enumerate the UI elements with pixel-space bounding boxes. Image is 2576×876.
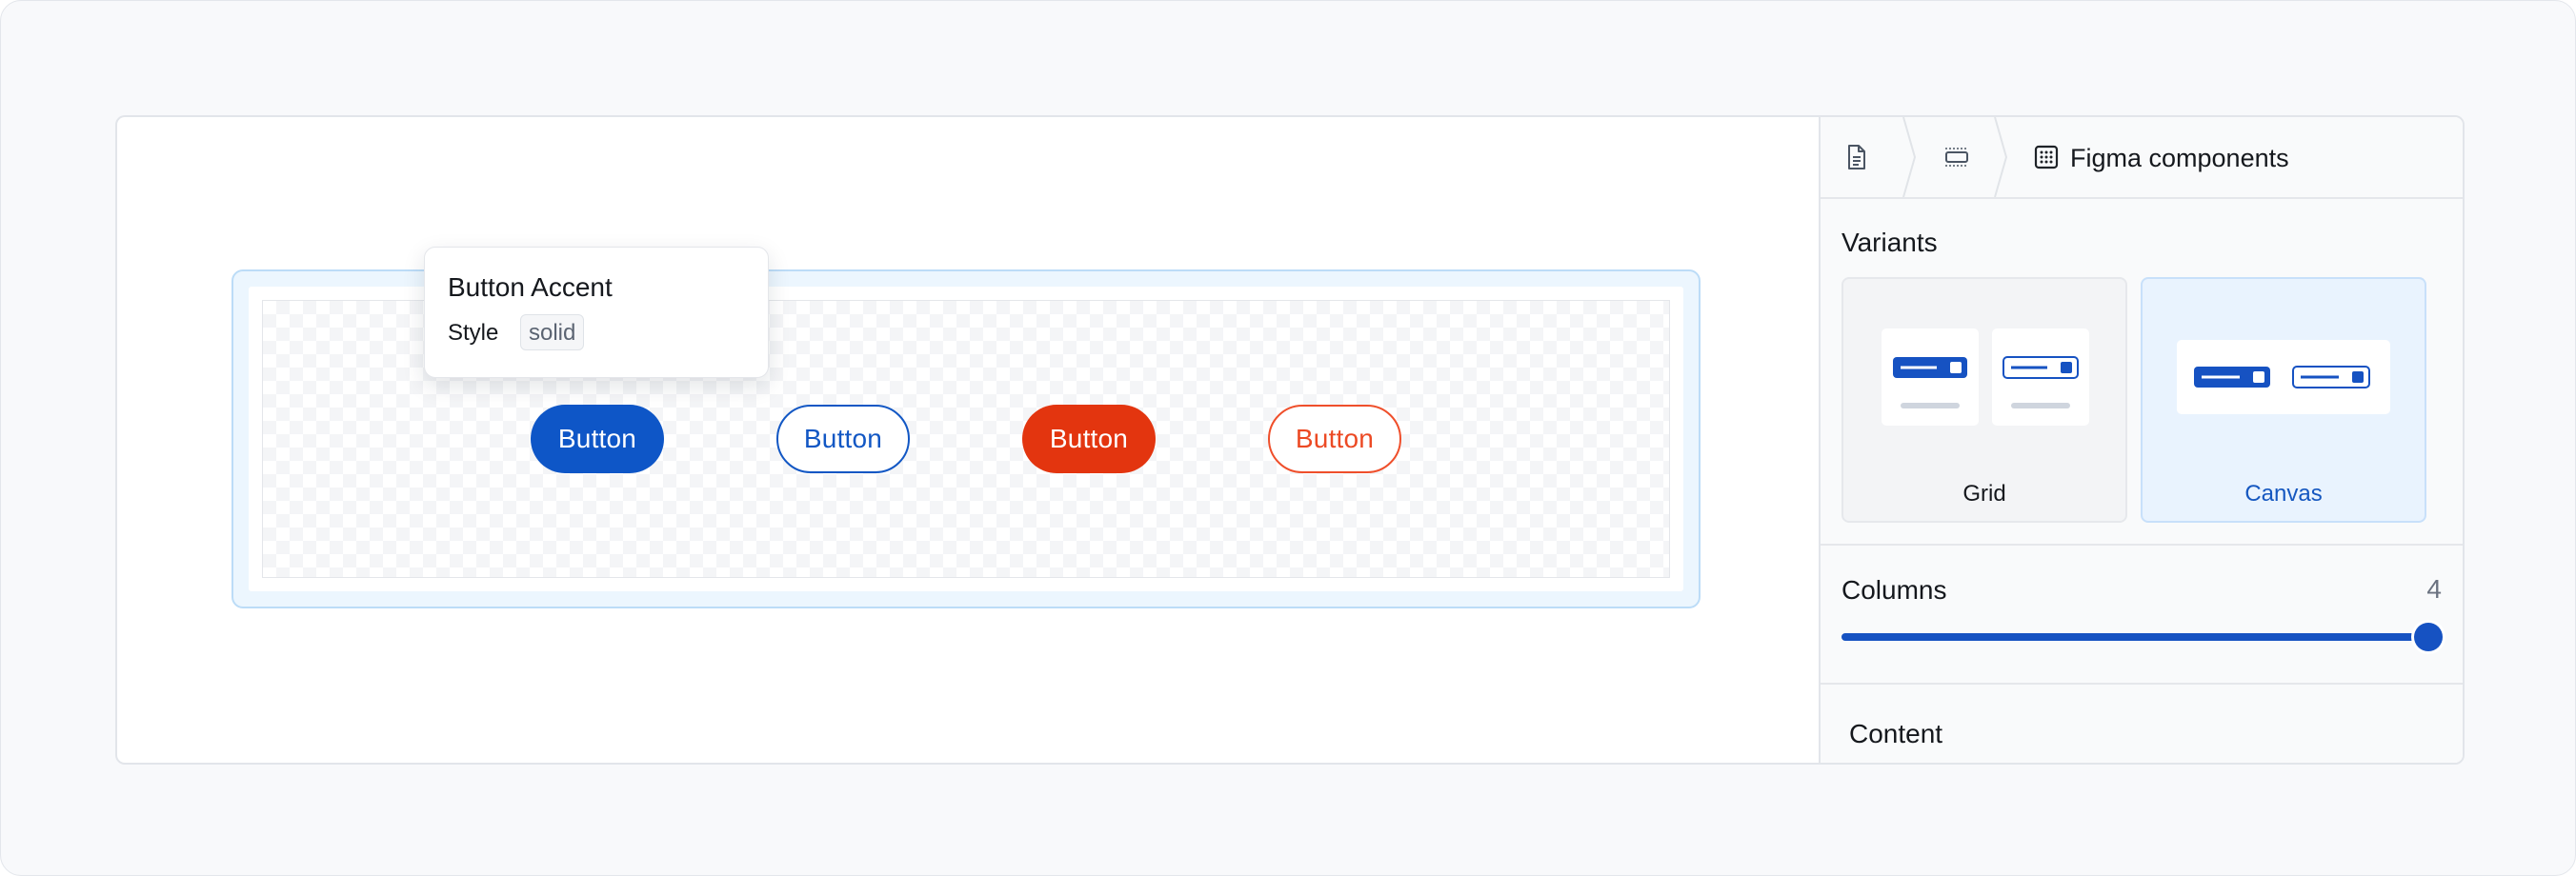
button-danger-solid[interactable]: Button <box>1022 405 1156 473</box>
breadcrumb-separator <box>1902 117 1916 197</box>
properties-panel: Figma components Variants Grid Canvas Co… <box>1819 117 2463 763</box>
editor-window: Button Button Button Button Button Accen… <box>115 115 2465 765</box>
variant-option-canvas[interactable]: Canvas <box>2141 277 2426 523</box>
columns-slider-fill <box>1841 633 2428 641</box>
page-background: Button Button Button Button Button Accen… <box>0 0 2576 876</box>
columns-value: 4 <box>2426 574 2442 604</box>
columns-slider-track[interactable] <box>1841 633 2428 641</box>
content-heading: Content <box>1849 719 1943 748</box>
document-icon[interactable] <box>1841 143 1870 171</box>
tooltip-style-label: Style <box>448 320 499 346</box>
canvas-layout-preview-icon <box>2177 340 2390 414</box>
tooltip-style-badge: solid <box>520 314 585 350</box>
component-grid-icon <box>2032 143 2061 171</box>
variant-option-grid[interactable]: Grid <box>1841 277 2127 523</box>
breadcrumb-separator <box>1994 117 2007 197</box>
variant-label-grid: Grid <box>1962 481 2006 507</box>
button-accent-solid[interactable]: Button <box>531 405 664 473</box>
component-tooltip: Button Accent Style solid <box>424 247 769 378</box>
grid-layout-preview-icon <box>1882 328 2089 426</box>
breadcrumb-current[interactable]: Figma components <box>2070 144 2289 173</box>
breadcrumb: Figma components <box>1821 117 2463 199</box>
button-accent-outline[interactable]: Button <box>776 405 910 473</box>
tooltip-title: Button Accent <box>448 272 613 302</box>
frame-icon[interactable] <box>1942 143 1971 171</box>
columns-slider-thumb[interactable] <box>2414 623 2443 651</box>
variants-heading: Variants <box>1841 228 1938 257</box>
variant-label-canvas: Canvas <box>2244 481 2323 507</box>
button-danger-outline[interactable]: Button <box>1268 405 1401 473</box>
section-divider <box>1821 544 2463 546</box>
section-divider <box>1821 683 2463 685</box>
columns-label: Columns <box>1841 575 1947 605</box>
